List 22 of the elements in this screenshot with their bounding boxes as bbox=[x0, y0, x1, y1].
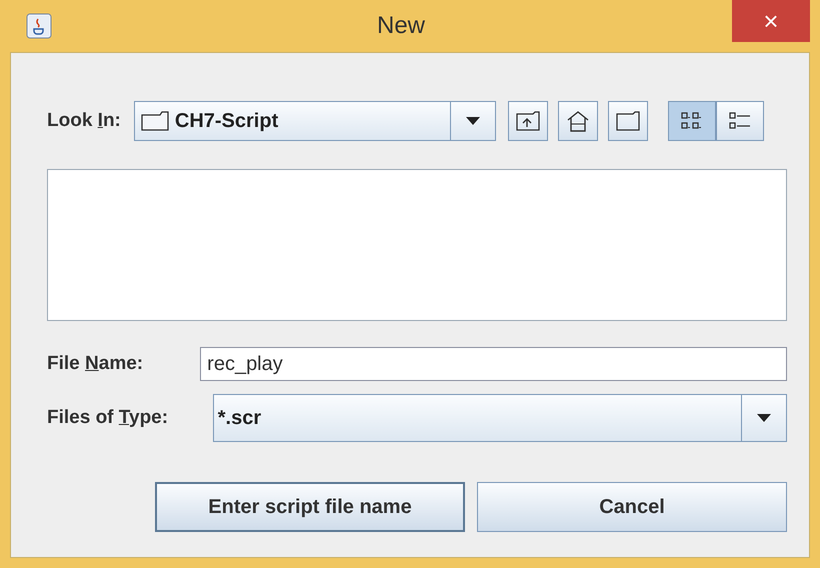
home-icon bbox=[566, 110, 590, 132]
window-title: New bbox=[376, 12, 426, 40]
file-type-label: Files of Type: bbox=[47, 407, 170, 429]
up-folder-button[interactable] bbox=[508, 101, 548, 141]
file-name-field[interactable]: rec_play bbox=[200, 347, 787, 381]
file-type-dropdown[interactable]: *.scr bbox=[212, 394, 787, 442]
close-button[interactable]: × bbox=[732, 0, 810, 42]
caret-icon bbox=[756, 413, 772, 423]
details-view-button[interactable] bbox=[716, 101, 764, 141]
new-folder-button[interactable] bbox=[608, 101, 648, 141]
folder-up-arrow-icon bbox=[516, 111, 540, 131]
folder-icon bbox=[616, 111, 640, 131]
enter-script-file-name-button[interactable]: Enter script file name bbox=[155, 482, 465, 532]
home-button[interactable] bbox=[558, 101, 598, 141]
file-name-label: File Name: bbox=[47, 353, 144, 375]
caret-icon bbox=[464, 116, 481, 126]
folder-icon bbox=[140, 111, 169, 131]
look-in-dropdown[interactable]: CH7-Script bbox=[134, 101, 496, 141]
coffee-cup-icon bbox=[26, 13, 52, 39]
look-in-label: Look In: bbox=[47, 110, 121, 132]
cancel-button[interactable]: Cancel bbox=[477, 482, 787, 532]
list-view-button[interactable] bbox=[668, 101, 716, 141]
